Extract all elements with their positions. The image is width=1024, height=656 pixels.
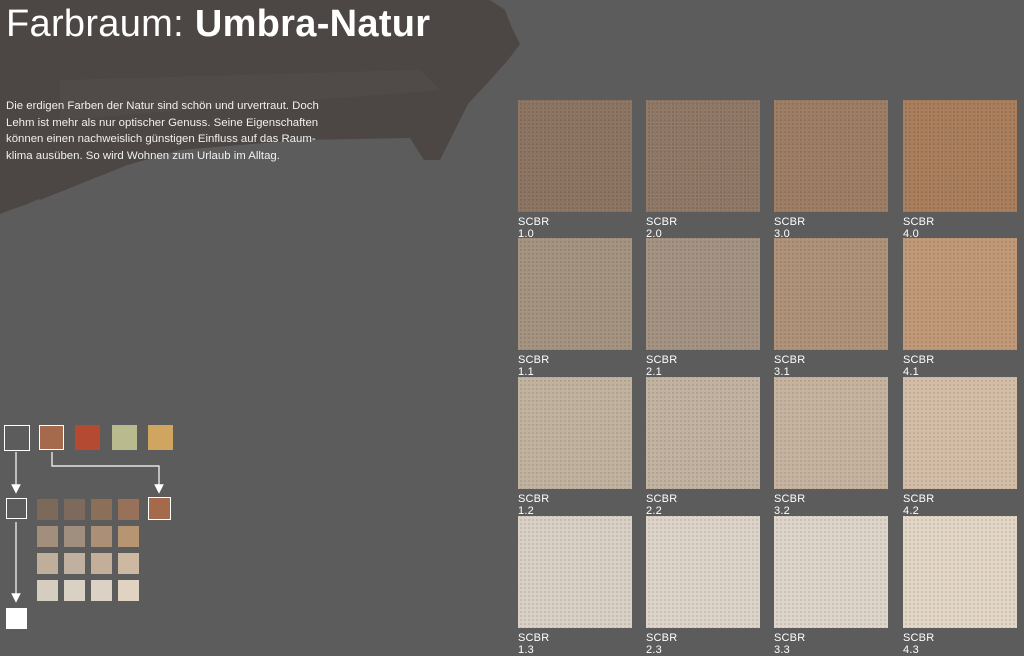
arrow-right-branch xyxy=(51,452,164,494)
legend-arrows xyxy=(11,452,164,603)
